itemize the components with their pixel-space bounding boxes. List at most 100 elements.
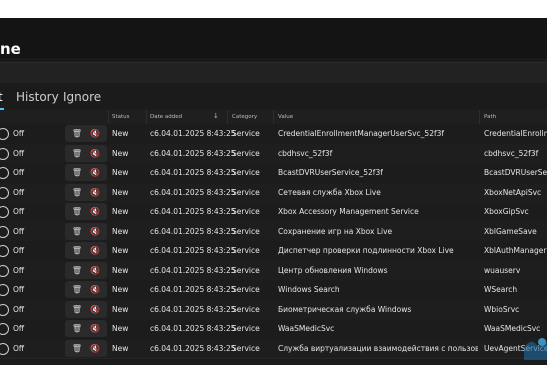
status-cell: New (112, 265, 129, 275)
category-cell: Service (232, 207, 260, 216)
date-cell: c6.04.01.2025 8:43:25 (150, 265, 236, 275)
tab-current[interactable]: t (0, 90, 3, 104)
trash-icon[interactable]: 🗑 (69, 167, 85, 178)
toggle-state-label: Off (13, 265, 25, 275)
date-cell: c6.04.01.2025 8:43:25 (150, 168, 236, 177)
toggle-switch[interactable] (0, 128, 9, 140)
mute-icon[interactable]: 🔇 (87, 226, 103, 237)
column-header-category[interactable]: Category (232, 113, 257, 121)
mute-icon[interactable]: 🔇 (87, 187, 103, 198)
trash-icon[interactable]: 🗑 (69, 245, 85, 256)
table-row[interactable]: Off 🗑 🔇 New c6.04.01.2025 8:43:25 Servic… (0, 221, 547, 242)
category-cell: Service (232, 148, 260, 158)
table-row[interactable]: Off 🗑 🔇 New c6.04.01.2025 8:43:25 Servic… (0, 163, 547, 184)
value-cell: BcastDVRUserService_52f3f (278, 168, 383, 177)
trash-icon[interactable]: 🗑 (69, 323, 85, 334)
tab-history[interactable]: History (16, 90, 59, 104)
toggle-switch[interactable] (0, 284, 9, 296)
date-cell: c6.04.01.2025 8:43:25 (150, 285, 236, 294)
table-row[interactable]: Off 🗑 🔇 New c6.04.01.2025 8:43:25 Servic… (0, 124, 547, 145)
trash-icon[interactable]: 🗑 (69, 226, 85, 237)
toggle-state-label: Off (13, 226, 25, 236)
status-cell: New (112, 285, 129, 294)
toggle-switch[interactable] (0, 147, 9, 160)
row-actions: 🗑 🔇 (65, 242, 107, 259)
trash-icon[interactable]: 🗑 (69, 284, 85, 295)
path-cell: XboxNetApiSvc (484, 187, 542, 197)
mute-icon[interactable]: 🔇 (87, 265, 103, 276)
trash-icon[interactable]: 🗑 (69, 148, 85, 159)
mute-icon[interactable]: 🔇 (87, 128, 103, 139)
value-cell: WaaSMedicSvc (278, 324, 335, 333)
trash-icon[interactable]: 🗑 (69, 206, 85, 217)
table-row[interactable]: Off 🗑 🔇 New c6.04.01.2025 8:43:25 Servic… (0, 280, 547, 301)
trash-icon[interactable]: 🗑 (69, 343, 85, 354)
mute-icon[interactable]: 🔇 (87, 284, 103, 295)
toggle-switch[interactable] (0, 225, 9, 238)
toggle-switch[interactable] (0, 303, 9, 316)
date-cell: c6.04.01.2025 8:43:25 (150, 129, 236, 138)
path-cell: BcastDVRUserServic (484, 168, 547, 177)
date-cell: c6.04.01.2025 8:43:25 (150, 343, 236, 353)
trash-icon[interactable]: 🗑 (69, 128, 85, 139)
toggle-state-label: Off (13, 148, 25, 158)
watermark-logo-icon (524, 338, 547, 360)
mute-icon[interactable]: 🔇 (87, 167, 103, 178)
column-separator (227, 110, 228, 124)
row-actions: 🗑 🔇 (65, 144, 107, 162)
table-row[interactable]: Off 🗑 🔇 New c6.04.01.2025 8:43:25 Servic… (0, 202, 547, 223)
toggle-switch[interactable] (0, 167, 9, 179)
toggle-switch[interactable] (0, 342, 9, 355)
path-cell: XblGameSave (484, 226, 537, 236)
toggle-switch[interactable] (0, 323, 9, 335)
column-header-status[interactable]: Status (112, 113, 130, 121)
date-cell: c6.04.01.2025 8:43:25 (150, 187, 236, 197)
row-actions: 🗑 🔇 (65, 125, 107, 142)
table-row[interactable]: Off 🗑 🔇 New c6.04.01.2025 8:43:25 Servic… (0, 241, 547, 262)
tab-ignore[interactable]: Ignore (63, 90, 101, 104)
toggle-switch[interactable] (0, 264, 9, 277)
category-cell: Service (232, 246, 260, 255)
column-header-path[interactable]: Path (484, 113, 496, 121)
toggle-state-label: Off (13, 187, 25, 197)
path-cell: WSearch (484, 285, 518, 294)
column-separator (146, 110, 147, 124)
mute-icon[interactable]: 🔇 (87, 323, 103, 334)
status-cell: New (112, 187, 129, 197)
trash-icon[interactable]: 🗑 (69, 187, 85, 198)
status-cell: New (112, 148, 129, 158)
row-actions: 🗑 🔇 (65, 222, 107, 240)
trash-icon[interactable]: 🗑 (69, 304, 85, 315)
mute-icon[interactable]: 🔇 (87, 245, 103, 256)
mute-icon[interactable]: 🔇 (87, 206, 103, 217)
column-separator (108, 110, 109, 124)
mute-icon[interactable]: 🔇 (87, 304, 103, 315)
column-header-value[interactable]: Value (278, 113, 293, 121)
status-cell: New (112, 304, 129, 314)
toggle-state-label: Off (13, 168, 25, 177)
table-row[interactable]: Off 🗑 🔇 New c6.04.01.2025 8:43:25 Servic… (0, 182, 547, 203)
status-cell: New (112, 129, 129, 138)
mute-icon[interactable]: 🔇 (87, 343, 103, 354)
toggle-switch[interactable] (0, 206, 9, 218)
table-row[interactable]: Off 🗑 🔇 New c6.04.01.2025 8:43:25 Servic… (0, 143, 547, 164)
table-row[interactable]: Off 🗑 🔇 New c6.04.01.2025 8:43:25 Servic… (0, 338, 547, 359)
toggle-switch[interactable] (0, 186, 9, 199)
toggle-state-label: Off (13, 343, 25, 353)
category-cell: Service (232, 129, 260, 138)
toggle-switch[interactable] (0, 245, 9, 257)
value-cell: Центр обновления Windows (278, 265, 388, 275)
sort-down-icon[interactable]: ↓ (213, 112, 219, 121)
row-actions: 🗑 🔇 (65, 183, 107, 201)
trash-icon[interactable]: 🗑 (69, 265, 85, 276)
table-row[interactable]: Off 🗑 🔇 New c6.04.01.2025 8:43:25 Servic… (0, 260, 547, 281)
row-actions: 🗑 🔇 (65, 164, 107, 181)
mute-icon[interactable]: 🔇 (87, 148, 103, 159)
column-header-date-added[interactable]: Date added (150, 113, 182, 121)
title-bar (0, 18, 547, 58)
date-cell: c6.04.01.2025 8:43:25 (150, 324, 236, 333)
toggle-state-label: Off (13, 324, 25, 333)
table-row[interactable]: Off 🗑 🔇 New c6.04.01.2025 8:43:25 Servic… (0, 319, 547, 340)
top-white-bar (0, 0, 547, 18)
table-row[interactable]: Off 🗑 🔇 New c6.04.01.2025 8:43:25 Servic… (0, 299, 547, 320)
